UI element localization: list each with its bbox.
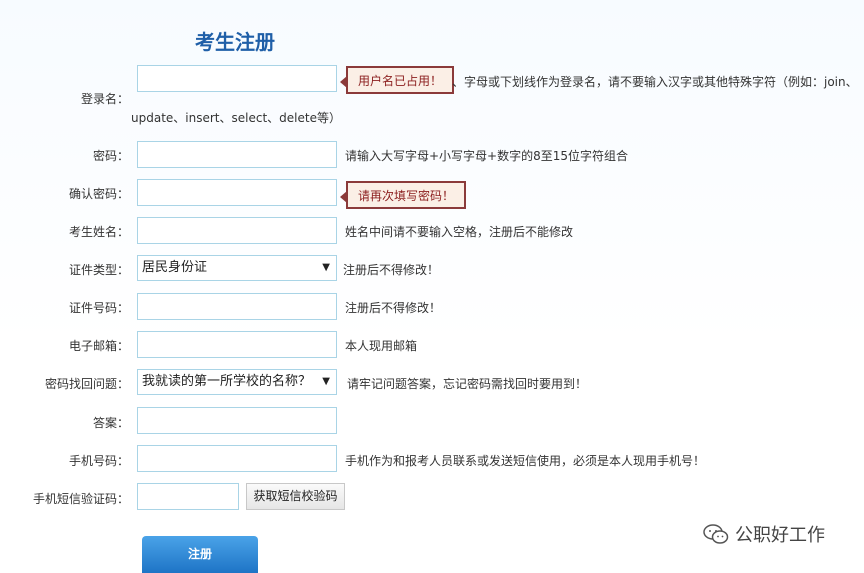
sms-code-label: 手机短信验证码： — [32, 492, 129, 506]
id-number-hint: 注册后不得修改！ — [345, 301, 442, 315]
password-label: 密码： — [92, 149, 129, 163]
id-type-selected: 居民身份证 — [142, 260, 208, 275]
email-label: 电子邮箱： — [68, 339, 129, 353]
confirm-password-label: 确认密码： — [68, 187, 129, 201]
id-type-label: 证件类型： — [68, 263, 129, 277]
answer-input[interactable] — [137, 407, 337, 434]
username-error-tip: 用户名已占用！ — [339, 66, 455, 94]
password-hint: 请输入大写字母+小写字母+数字的8至15位字符组合 — [345, 149, 629, 163]
watermark: 公职好工作 — [703, 521, 825, 547]
email-hint: 本人现用邮箱 — [345, 339, 418, 353]
username-hint: 、字母或下划线作为登录名，请不要输入汉字或其他特殊字符（例如：join、 — [452, 75, 858, 89]
username-input[interactable] — [137, 65, 337, 92]
phone-hint: 手机作为和报考人员联系或发送短信使用，必须是本人现用手机号！ — [345, 454, 706, 468]
wechat-icon — [703, 524, 729, 544]
register-button[interactable]: 注册 — [142, 536, 258, 573]
security-question-label: 密码找回问题： — [44, 377, 129, 391]
security-question-hint: 请牢记问题答案，忘记密码需找回时要用到！ — [347, 377, 588, 391]
username-hint-continued: update、insert、select、delete等） — [131, 111, 341, 125]
email-input[interactable] — [137, 331, 337, 358]
name-hint: 姓名中间请不要输入空格，注册后不能修改 — [345, 225, 574, 239]
security-question-select[interactable]: 我就读的第一所学校的名称？ ▼ — [137, 369, 337, 395]
page-title: 考生注册 — [195, 30, 275, 54]
id-number-label: 证件号码： — [68, 301, 129, 315]
dropdown-arrow-icon: ▼ — [322, 376, 330, 387]
confirm-password-error-tip: 请再次填写密码！ — [339, 181, 467, 209]
sms-code-input[interactable] — [137, 483, 239, 510]
id-number-input[interactable] — [137, 293, 337, 320]
password-input[interactable] — [137, 141, 337, 168]
answer-label: 答案： — [92, 416, 129, 430]
name-input[interactable] — [137, 217, 337, 244]
security-question-selected: 我就读的第一所学校的名称？ — [142, 374, 312, 389]
watermark-text: 公职好工作 — [735, 525, 825, 546]
id-type-select[interactable]: 居民身份证 ▼ — [137, 255, 337, 281]
dropdown-arrow-icon: ▼ — [322, 262, 330, 273]
phone-input[interactable] — [137, 445, 337, 472]
phone-label: 手机号码： — [68, 454, 129, 468]
username-label: 登录名： — [80, 92, 129, 106]
id-type-hint: 注册后不得修改！ — [343, 263, 440, 277]
confirm-password-input[interactable] — [137, 179, 337, 206]
name-label: 考生姓名： — [68, 225, 129, 239]
get-sms-code-button[interactable]: 获取短信校验码 — [246, 483, 345, 510]
